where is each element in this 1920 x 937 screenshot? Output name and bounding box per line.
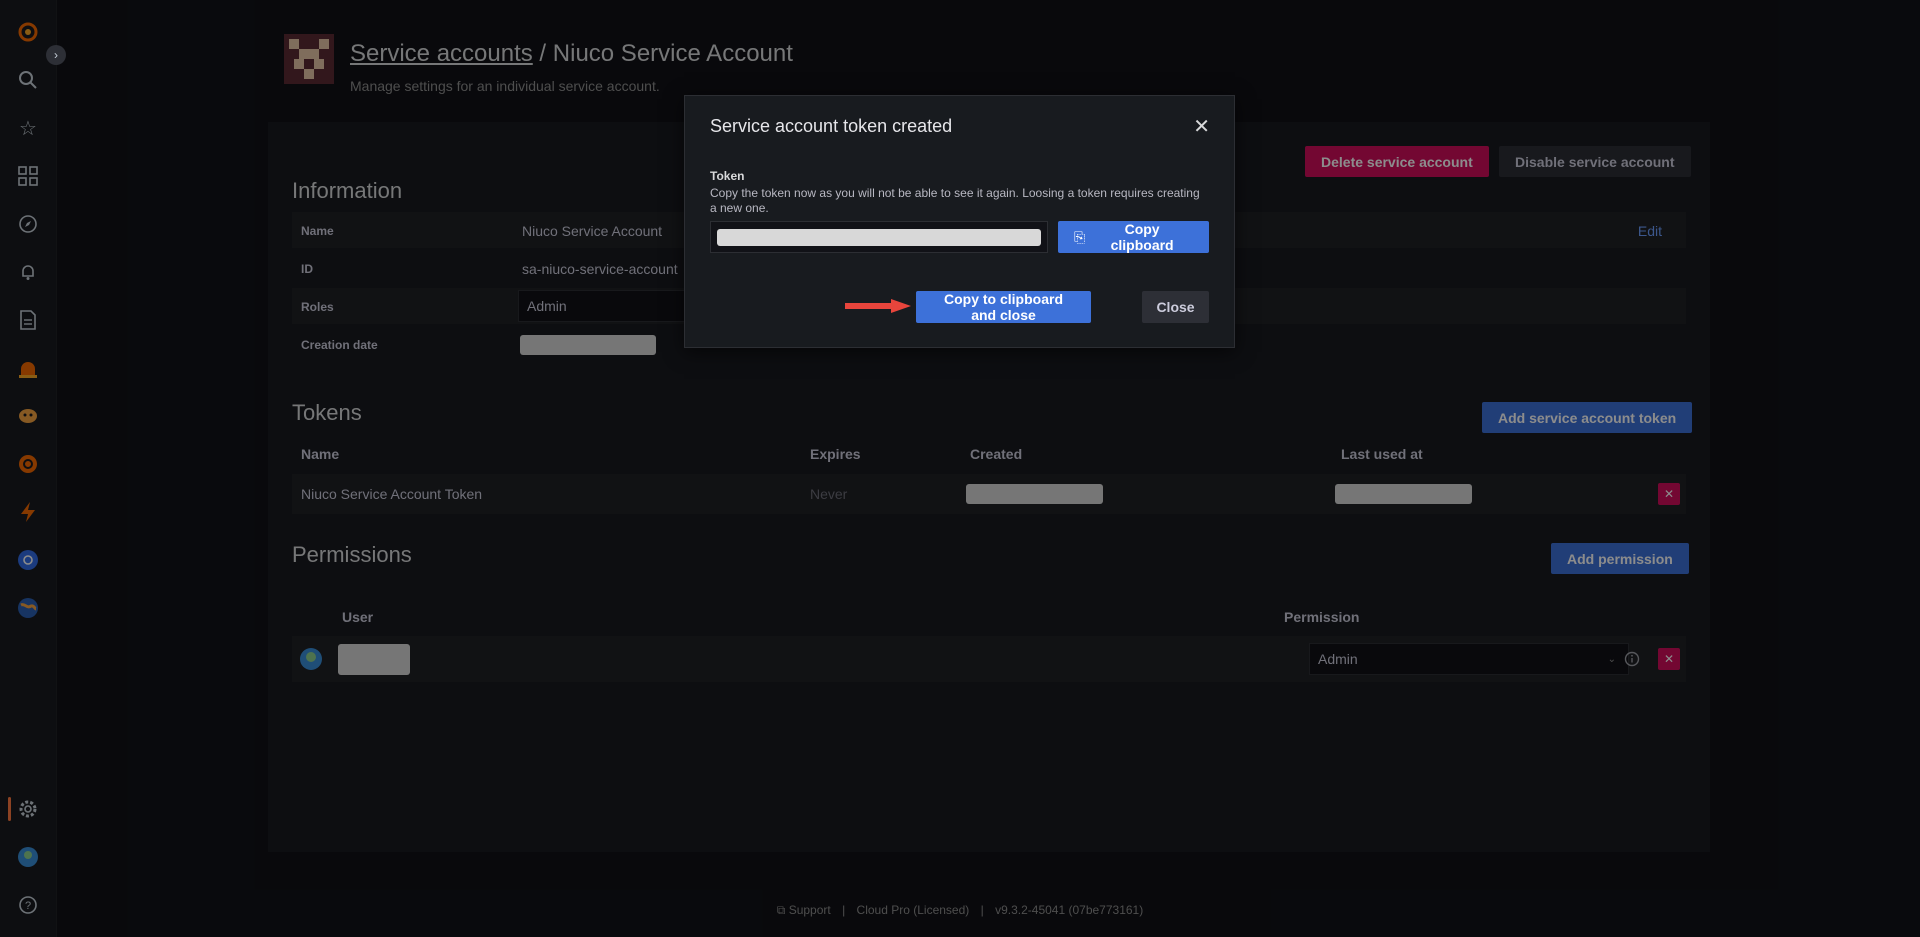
copy-clipboard-label: Copy clipboard — [1110, 221, 1174, 253]
close-button[interactable]: Close — [1142, 291, 1209, 323]
token-description: Copy the token now as you will not be ab… — [710, 186, 1200, 215]
token-label: Token — [710, 169, 745, 183]
copy-clipboard-button[interactable]: ⎘ Copy clipboard — [1058, 221, 1209, 253]
copy-icon: ⎘ — [1074, 228, 1086, 245]
red-arrow-annotation — [845, 299, 911, 313]
modal-title: Service account token created — [710, 116, 953, 136]
token-field[interactable] — [710, 221, 1048, 253]
copy-to-clipboard-and-close-button[interactable]: Copy to clipboard and close — [916, 291, 1091, 323]
sidebar-toggle[interactable]: › — [46, 45, 66, 65]
close-icon[interactable]: ✕ — [1193, 114, 1210, 139]
token-redacted — [717, 229, 1041, 246]
token-created-modal: Service account token created ✕ Token Co… — [684, 95, 1235, 348]
